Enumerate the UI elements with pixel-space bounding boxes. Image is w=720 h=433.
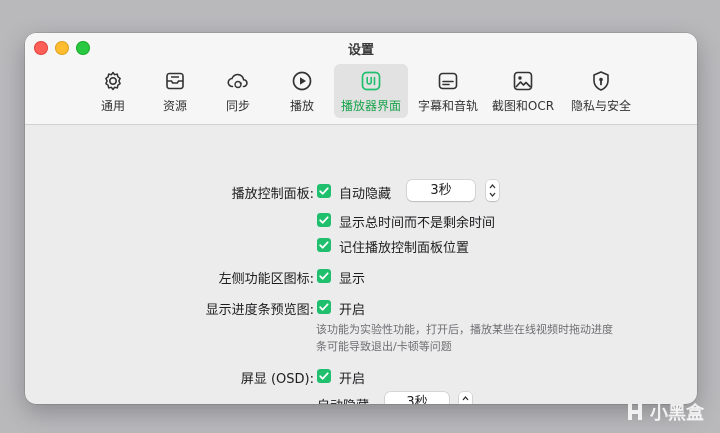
preview-hint-line2: 条可能导致退出/卡顿等问题: [316, 340, 452, 353]
tab-resources[interactable]: 资源: [155, 64, 195, 118]
toolbar: 设置 通用 资源 同步 播放 播放器界面 字幕和音轨 截图和OCR 隐私与安全: [25, 33, 697, 125]
cloud-sync-icon: [227, 73, 248, 89]
chevron-down-icon: [489, 192, 496, 198]
image-icon: [513, 71, 533, 91]
tab-label: 播放: [289, 99, 314, 113]
heybox-logo-icon: [628, 404, 642, 420]
control-panel-hide-delay-stepper[interactable]: [486, 180, 499, 201]
chevron-up-icon: [462, 395, 469, 401]
preview-enable-label: 开启: [339, 303, 366, 318]
checkmark-icon: [319, 187, 329, 195]
tab-label: 播放器界面: [340, 99, 401, 113]
osd-label: 屏显 (OSD):: [240, 372, 314, 387]
tray-icon: [166, 72, 184, 90]
chevron-up-icon: [489, 183, 496, 189]
remember-position-checkbox[interactable]: [317, 238, 331, 252]
subtitle-icon: [438, 72, 458, 90]
checkmark-icon: [319, 372, 329, 380]
tab-label: 通用: [100, 99, 125, 113]
tab-label: 字幕和音轨: [417, 99, 478, 113]
window-title: 设置: [347, 43, 374, 58]
tab-label: 资源: [162, 99, 187, 113]
tab-sync[interactable]: 同步: [218, 64, 258, 118]
tab-player-ui[interactable]: 播放器界面: [334, 64, 408, 118]
tab-playback[interactable]: 播放: [282, 64, 322, 118]
osd-hide-delay-field[interactable]: 3秒: [385, 392, 449, 404]
tab-screenshot-ocr[interactable]: 截图和OCR: [488, 64, 558, 118]
preview-label: 显示进度条预览图:: [205, 303, 314, 318]
tab-general[interactable]: 通用: [93, 64, 133, 118]
play-icon: [292, 71, 312, 91]
tab-label: 隐私与安全: [570, 99, 631, 113]
tab-label: 截图和OCR: [491, 99, 555, 113]
checkmark-icon: [319, 303, 329, 311]
show-left-icons-label: 显示: [339, 272, 366, 287]
show-total-time-checkbox[interactable]: [317, 213, 331, 227]
control-panel-label: 播放控制面板:: [231, 187, 314, 202]
tab-subtitles-audio[interactable]: 字幕和音轨: [414, 64, 482, 118]
tab-label: 同步: [225, 99, 250, 113]
remember-position-label: 记住播放控制面板位置: [339, 241, 470, 256]
show-left-icons-checkbox[interactable]: [317, 269, 331, 283]
preview-enable-checkbox[interactable]: [317, 300, 331, 314]
osd-enable-label: 开启: [339, 372, 366, 387]
gear-icon: [105, 71, 121, 91]
checkmark-icon: [319, 272, 329, 280]
left-icons-label: 左侧功能区图标:: [218, 272, 314, 287]
auto-hide-label: 自动隐藏: [339, 187, 392, 202]
show-total-time-label: 显示总时间而不是剩余时间: [339, 216, 496, 231]
watermark: 小黑盒: [624, 399, 704, 425]
settings-panel: 播放控制面板: 自动隐藏 3秒 显示总时间而不是剩余时间 记住播放控制面板位置 …: [25, 125, 697, 404]
osd-hide-delay-stepper[interactable]: [459, 392, 472, 404]
osd-enable-checkbox[interactable]: [317, 369, 331, 383]
auto-hide-checkbox[interactable]: [317, 184, 331, 198]
ui-icon: [361, 71, 381, 91]
tab-privacy-security[interactable]: 隐私与安全: [566, 64, 636, 118]
control-panel-hide-delay-field[interactable]: 3秒: [407, 180, 475, 201]
checkmark-icon: [319, 216, 329, 224]
settings-window: 设置 通用 资源 同步 播放 播放器界面 字幕和音轨 截图和OCR 隐私与安全 …: [25, 33, 697, 404]
shield-lock-icon: [593, 71, 609, 91]
osd-auto-hide-label: 自动隐藏: [317, 395, 369, 404]
checkmark-icon: [319, 241, 329, 249]
watermark-text: 小黑盒: [650, 403, 704, 424]
preview-hint-line1: 该功能为实验性功能，打开后，播放某些在线视频时拖动进度: [316, 323, 613, 336]
